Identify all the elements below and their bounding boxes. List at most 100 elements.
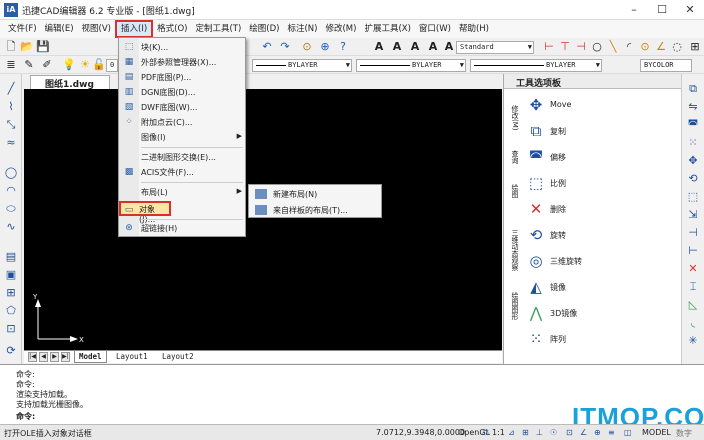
hatch-icon[interactable]: ▤ xyxy=(4,250,18,264)
menu-item-dwf-underlay[interactable]: ▧ DWF底图(W)... xyxy=(119,100,245,115)
help-icon[interactable]: ? xyxy=(336,40,350,54)
menu-item-acis[interactable]: ▩ ACIS文件(F)... xyxy=(119,165,245,180)
mtext-icon[interactable]: A xyxy=(408,40,422,54)
palette-tab-graphics[interactable]: 绘图图形 xyxy=(506,284,520,328)
palette-item-erase[interactable]: ✕ 删除 xyxy=(524,196,674,222)
menu-dimension[interactable]: 标注(N) xyxy=(283,20,321,38)
fillet-tool-icon[interactable]: ◟ xyxy=(686,316,700,330)
menu-edit[interactable]: 编辑(E) xyxy=(41,20,78,38)
dim-linear-icon[interactable]: ⊢ xyxy=(542,40,556,54)
arc-icon[interactable]: ◜ xyxy=(622,40,636,54)
new-file-icon[interactable]: 🗋 xyxy=(4,40,18,54)
osnap-status-icon[interactable]: ⊡ xyxy=(566,428,573,437)
circle-icon[interactable]: ○ xyxy=(590,40,604,54)
submenu-item-layout-from-template[interactable]: 来自样板的布局(T)... xyxy=(249,202,381,218)
line-tool-icon[interactable]: ╲ xyxy=(606,40,620,54)
sun-icon[interactable]: ☀ xyxy=(78,58,92,72)
line-icon[interactable]: ╱ xyxy=(4,82,18,96)
multiline-icon[interactable]: ≈ xyxy=(4,136,18,150)
palette-tab-3dorbit[interactable]: 三维动态观察 xyxy=(506,220,520,280)
mtext-draw-icon[interactable]: ⟳ xyxy=(4,344,18,358)
tp-status-icon[interactable]: ◫ xyxy=(624,428,632,437)
menu-custom-tools[interactable]: 定制工具(T) xyxy=(191,20,245,38)
menu-extend-tools[interactable]: 扩展工具(X) xyxy=(360,20,414,38)
mirror-tool-icon[interactable]: ⇋ xyxy=(686,100,700,114)
otrack-status-icon[interactable]: ∠ xyxy=(580,428,587,437)
palette-item-scale[interactable]: ⬚ 比例 xyxy=(524,170,674,196)
menu-item-point-cloud[interactable]: ⁘ 附加点云(C)... xyxy=(119,115,245,130)
menu-format[interactable]: 格式(O) xyxy=(153,20,191,38)
palette-item-3drotate[interactable]: ◎ 三维旋转 xyxy=(524,248,674,274)
menu-item-hyperlink[interactable]: ⊛ 超链接(H) xyxy=(119,221,245,236)
menu-file[interactable]: 文件(F) xyxy=(4,20,41,38)
menu-view[interactable]: 视图(V) xyxy=(78,20,115,38)
menu-item-binary-exchange[interactable]: 二进制图形交换(E)... xyxy=(119,150,245,165)
layer-props-icon[interactable]: ✎ xyxy=(22,58,36,72)
grid-status-icon[interactable]: ⊞ xyxy=(522,428,529,437)
menu-item-pdf-underlay[interactable]: ▤ PDF底图(P)... xyxy=(119,70,245,85)
document-tab[interactable]: 图纸1.dwg xyxy=(30,75,110,90)
layer-select[interactable]: 0 xyxy=(106,59,118,72)
palette-tab-modify[interactable]: 修改(M) xyxy=(506,96,520,140)
submenu-item-new-layout[interactable]: 新建布局(N) xyxy=(249,186,381,202)
ortho-status-icon[interactable]: ⊥ xyxy=(536,428,543,437)
palette-item-move[interactable]: ✥ Move xyxy=(524,92,674,118)
tab-layout2[interactable]: Layout2 xyxy=(158,351,198,363)
text-scale-icon[interactable]: A xyxy=(442,40,456,54)
plot-style-select[interactable]: BYCOLOR xyxy=(640,59,692,72)
close-button[interactable]: ✕ xyxy=(676,0,704,20)
region-icon[interactable]: ▣ xyxy=(4,268,18,282)
palette-tab-draw[interactable]: 绘图 xyxy=(506,178,520,204)
align-icon[interactable]: ⊞ xyxy=(688,40,702,54)
next-tab-icon[interactable]: ▶ xyxy=(50,352,59,362)
minimize-button[interactable]: – xyxy=(620,0,648,20)
palette-item-copy[interactable]: ⧉ 复制 xyxy=(524,118,674,144)
open-file-icon[interactable]: 📂 xyxy=(20,40,34,54)
text-style-select[interactable]: Standard ▼ xyxy=(456,41,534,54)
block-insert-icon[interactable]: ⬠ xyxy=(4,304,18,318)
break-tool-icon[interactable]: ⌶ xyxy=(686,280,700,294)
lwt-status-icon[interactable]: ≡ xyxy=(608,428,615,437)
lineweight-select[interactable]: BYLAYER ▼ xyxy=(470,59,602,72)
save-icon[interactable]: 💾 xyxy=(36,40,50,54)
palette-tab-query[interactable]: 查询 xyxy=(506,142,520,172)
annotation-scale[interactable]: 1:1 xyxy=(492,428,505,437)
menu-item-dgn-underlay[interactable]: ▥ DGN底图(D)... xyxy=(119,85,245,100)
menu-item-object[interactable]: ▭对象(J)... xyxy=(119,201,171,224)
zoom-window-icon[interactable]: ⊕ xyxy=(318,40,332,54)
dim-aligned-icon[interactable]: ⊤ xyxy=(558,40,572,54)
scale-tool-icon[interactable]: ⬚ xyxy=(686,190,700,204)
menu-modify[interactable]: 修改(M) xyxy=(321,20,360,38)
menu-help[interactable]: 帮助(H) xyxy=(455,20,493,38)
palette-item-array[interactable]: ⁙ 阵列 xyxy=(524,326,674,352)
menu-item-image[interactable]: 图像(I) ▶ xyxy=(119,130,245,145)
command-prompt[interactable]: 命令: xyxy=(16,411,35,422)
polyline-icon[interactable]: ⌇ xyxy=(4,100,18,114)
menu-item-layout[interactable]: 布局(L) ▶ xyxy=(119,185,245,200)
palette-item-3dmirror[interactable]: ⋀ 3D镜像 xyxy=(524,300,674,326)
offset-tool-icon[interactable]: ◚ xyxy=(686,118,700,132)
text-style-icon[interactable]: A xyxy=(390,40,404,54)
copy-tool-icon[interactable]: ⧉ xyxy=(686,82,700,96)
text-icon[interactable]: A xyxy=(372,40,386,54)
construction-line-icon[interactable]: ⤡ xyxy=(4,118,18,132)
lock-icon[interactable]: 🔓 xyxy=(92,58,106,72)
erase-tool-icon[interactable]: ✕ xyxy=(686,262,700,276)
table-icon[interactable]: ⊞ xyxy=(4,286,18,300)
text-edit-icon[interactable]: A xyxy=(426,40,440,54)
chamfer-tool-icon[interactable]: ◺ xyxy=(686,298,700,312)
menu-window[interactable]: 窗口(W) xyxy=(415,20,455,38)
extend-tool-icon[interactable]: ⊢ xyxy=(686,244,700,258)
drawing-canvas[interactable]: Y X xyxy=(24,89,502,350)
menu-draw[interactable]: 绘图(D) xyxy=(245,20,283,38)
menu-item-block[interactable]: ⬚ 块(K)... xyxy=(119,40,245,55)
point-icon[interactable]: ◌ xyxy=(670,40,684,54)
last-tab-icon[interactable]: ▶| xyxy=(61,352,70,362)
stretch-tool-icon[interactable]: ⇲ xyxy=(686,208,700,222)
model-space-toggle[interactable]: MODEL xyxy=(642,428,671,437)
dim-ordinate-icon[interactable]: ⊣ xyxy=(574,40,588,54)
dyn-status-icon[interactable]: ⊕ xyxy=(594,428,601,437)
arc-draw-icon[interactable]: ◠ xyxy=(4,184,18,198)
layer-state-icon[interactable]: ✐ xyxy=(40,58,54,72)
menu-insert[interactable]: 插入(I) xyxy=(115,20,154,38)
